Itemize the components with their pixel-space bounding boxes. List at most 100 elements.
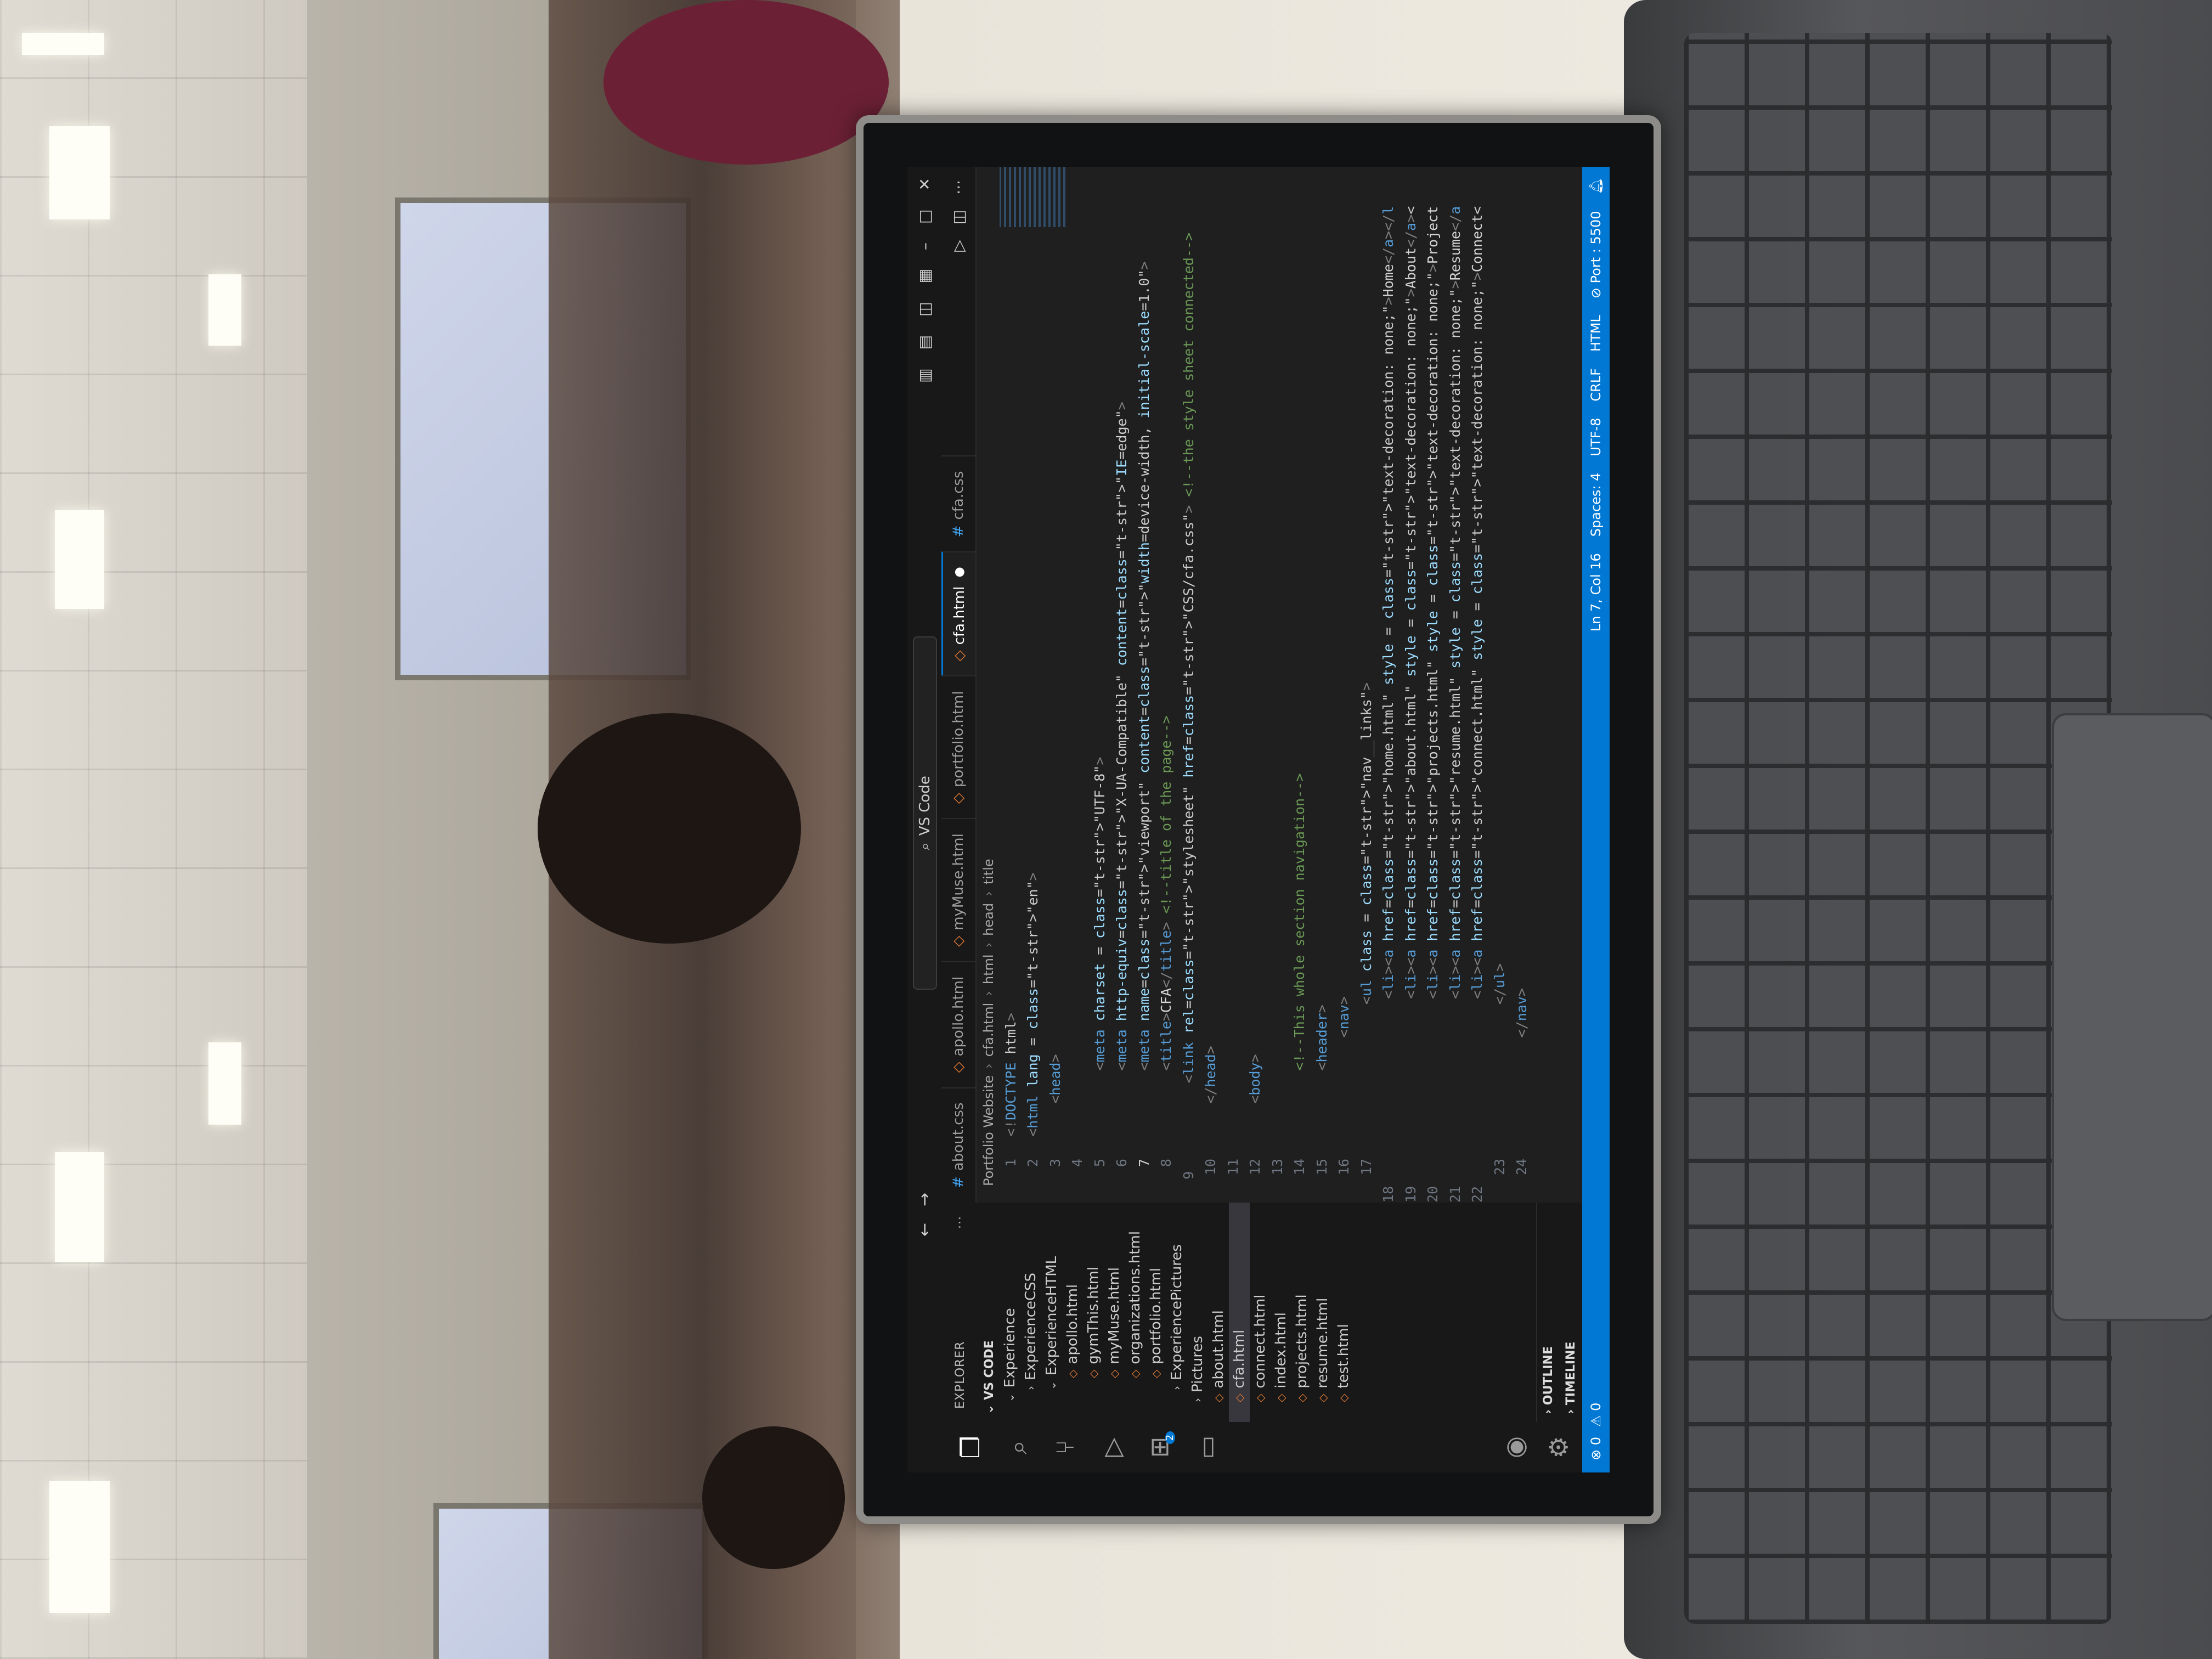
code-line[interactable]: 9 <link rel=class="t-str">"stylesheet" h… — [1177, 233, 1200, 1203]
tree-item[interactable]: › ExperiencePictures — [1166, 1203, 1187, 1422]
tab-cfa-css[interactable]: # cfa.css — [941, 455, 975, 552]
tree-item[interactable]: ◇ resume.html — [1312, 1203, 1333, 1422]
code-line[interactable]: 23 </ul> — [1488, 233, 1511, 1203]
extensions-icon[interactable]: ⊞ 2 — [1144, 1431, 1176, 1458]
code-text: </head> — [1203, 1046, 1219, 1104]
line-number: 16 — [1336, 1159, 1352, 1176]
timeline-section[interactable]: › TIMELINE — [1560, 1203, 1582, 1422]
tree-item[interactable]: ◇ portfolio.html — [1146, 1203, 1166, 1422]
tree-item[interactable]: ⌄ Experience — [1000, 1203, 1020, 1422]
line-number: 21 — [1447, 1186, 1463, 1203]
workspace-folder[interactable]: ⌄ VS CODE — [979, 1203, 1000, 1422]
code-line[interactable]: 20 <li><a href=class="t-str">"projects.h… — [1422, 206, 1444, 1203]
command-search[interactable]: ⌕ VS Code — [913, 636, 937, 990]
tab-myMuse-html[interactable]: ◇ myMuse.html — [941, 818, 975, 961]
tree-item[interactable]: ⌄ ExperienceHTML — [1041, 1203, 1062, 1422]
more-actions-icon[interactable]: ··· — [953, 1216, 967, 1229]
more-actions-icon[interactable]: ··· — [950, 180, 968, 195]
cursor-position[interactable]: Ln 7, Col 16 — [1588, 553, 1604, 631]
tab-about-css[interactable]: # about.css — [941, 1087, 975, 1203]
status-right: Ln 7, Col 16 Spaces: 4 UTF-8 CRLF HTML ⊘… — [1588, 167, 1604, 631]
tree-item[interactable]: › ExperienceCSS — [1020, 1203, 1041, 1422]
problems-warnings[interactable]: ⚠ 0 — [1588, 1403, 1604, 1427]
run-icon[interactable]: ▷ — [950, 240, 968, 252]
explorer-title: EXPLORER — [953, 1341, 967, 1409]
encoding[interactable]: UTF-8 — [1588, 418, 1604, 456]
code-line[interactable]: 10 </head> — [1200, 233, 1222, 1203]
code-line[interactable]: 13 — [1266, 233, 1289, 1203]
tab-apollo-html[interactable]: ◇ apollo.html — [941, 961, 975, 1087]
live-server-port[interactable]: ⊘ Port : 5500 — [1588, 211, 1604, 298]
notifications-icon[interactable]: 🔔︎ — [1588, 178, 1604, 194]
code-line[interactable]: 14 <!--This whole section navigation--> — [1289, 233, 1311, 1203]
tree-item[interactable]: ◇ connect.html — [1250, 1203, 1271, 1422]
remote-explorer-icon[interactable]: ▭ — [1192, 1435, 1221, 1459]
account-icon[interactable]: ◉ — [1500, 1436, 1530, 1458]
code-line[interactable]: 4 — [1066, 233, 1089, 1203]
layout-panel-icon[interactable]: ▤ — [916, 335, 934, 349]
code-line[interactable]: 12 <body> — [1244, 233, 1267, 1203]
gear-icon[interactable]: ⚙ — [1544, 1436, 1573, 1458]
code-line[interactable]: 3 <head> — [1044, 233, 1066, 1203]
laptop-screen-bezel: ← → ⌕ VS Code ▥ ▤ ◫ ▦ – □ ✕ ❐ ⌕ ⑂ ▷ ⊞2 — [856, 115, 1661, 1524]
end-of-line[interactable]: CRLF — [1588, 368, 1604, 402]
breadcrumb-item[interactable]: cfa.html — [981, 1003, 996, 1057]
chevron-right-icon: › — [981, 942, 996, 948]
code-line[interactable]: 24 </nav> — [1511, 233, 1533, 1203]
layout-icon[interactable]: ▥ — [916, 368, 934, 382]
tree-item[interactable]: ◇ about.html — [1208, 1203, 1229, 1422]
minimize-icon[interactable]: – — [916, 242, 934, 250]
breadcrumb-item[interactable]: head — [981, 903, 996, 936]
code-line[interactable]: 8 <title>CFA</title> <!--title of the pa… — [1155, 233, 1178, 1203]
language-mode[interactable]: HTML — [1588, 315, 1604, 352]
tree-item[interactable]: ◇ apollo.html — [1062, 1203, 1083, 1422]
code-line[interactable]: 22 <li><a href=class="t-str">"connect.ht… — [1466, 206, 1489, 1203]
code-line[interactable]: 18 <li><a href=class="t-str">"home.html"… — [1378, 206, 1400, 1203]
code-line[interactable]: 17 <ul class = class="t-str">"nav__links… — [1355, 233, 1378, 1203]
explorer-icon[interactable]: ❐ — [956, 1436, 985, 1458]
tab-portfolio-html[interactable]: ◇ portfolio.html — [941, 675, 975, 819]
tree-item[interactable]: ◇ organizations.html — [1125, 1203, 1146, 1422]
breadcrumb-item[interactable]: Portfolio Website — [981, 1075, 996, 1186]
code-line[interactable]: 11 — [1222, 233, 1244, 1203]
trackpad — [2052, 713, 2212, 1321]
code-line[interactable]: 2 <html lang = class="t-str">"en"> — [1022, 233, 1045, 1203]
unsaved-dot-icon[interactable]: ● — [952, 567, 966, 577]
outline-section[interactable]: › OUTLINE — [1537, 1203, 1560, 1422]
search-icon[interactable]: ⌕ — [1003, 1440, 1032, 1454]
tree-item[interactable]: ◇ projects.html — [1291, 1203, 1312, 1422]
run-debug-icon[interactable]: ▷ — [1097, 1437, 1127, 1457]
editor-area: # about.css ◇ apollo.html ◇ myMuse.html ◇ portf… — [941, 167, 1582, 1203]
code-editor[interactable]: 1 <!DOCTYPE html> 2 <html lang = class="t-s… — [1000, 206, 1582, 1203]
split-editor-icon[interactable]: ◫ — [950, 210, 968, 224]
forward-icon[interactable]: → — [915, 1193, 934, 1206]
breadcrumb-item[interactable]: html — [981, 954, 996, 984]
problems-errors[interactable]: ⊗ 0 — [1588, 1437, 1604, 1460]
code-line[interactable]: 21 <li><a href=class="t-str">"resume.htm… — [1444, 206, 1466, 1203]
tree-item[interactable]: ◇ cfa.html — [1229, 1203, 1250, 1422]
breadcrumb-item[interactable]: title — [981, 859, 996, 884]
back-icon[interactable]: ← — [915, 1223, 934, 1237]
tree-item[interactable]: ◇ index.html — [1271, 1203, 1291, 1422]
tab-cfa-html[interactable]: ◇ cfa.html ● — [941, 551, 975, 676]
code-line[interactable]: 5 <meta charset = class="t-str">"UTF-8"> — [1088, 233, 1111, 1203]
code-line[interactable]: 7 <meta name=class="t-str">"viewport" co… — [1133, 233, 1155, 1203]
outline-label: OUTLINE — [1542, 1346, 1555, 1406]
code-line[interactable]: 6 <meta http-equiv=class="t-str">"X-UA-C… — [1111, 233, 1133, 1203]
close-icon[interactable]: ✕ — [916, 178, 934, 190]
code-line[interactable]: 19 <li><a href=class="t-str">"about.html… — [1400, 206, 1422, 1203]
indentation[interactable]: Spaces: 4 — [1588, 473, 1604, 537]
minimap[interactable] — [1000, 167, 1065, 227]
layout-sidebar-icon[interactable]: ◫ — [916, 302, 934, 316]
code-line[interactable]: 16 <nav> — [1333, 233, 1356, 1203]
tree-item[interactable]: ◇ myMuse.html — [1104, 1203, 1125, 1422]
maximize-icon[interactable]: □ — [916, 209, 934, 223]
tree-item[interactable]: › Pictures — [1187, 1203, 1208, 1422]
source-control-icon[interactable]: ⑂ — [1050, 1440, 1080, 1455]
tree-item[interactable]: ◇ test.html — [1333, 1203, 1354, 1422]
code-line[interactable]: 15 <header> — [1311, 233, 1333, 1203]
code-line[interactable]: 1 <!DOCTYPE html> — [1000, 233, 1022, 1203]
customize-layout-icon[interactable]: ▦ — [916, 269, 934, 283]
tree-item[interactable]: ◇ gymThis.html — [1083, 1203, 1104, 1422]
html-file-icon: ◇ — [1108, 1369, 1121, 1378]
